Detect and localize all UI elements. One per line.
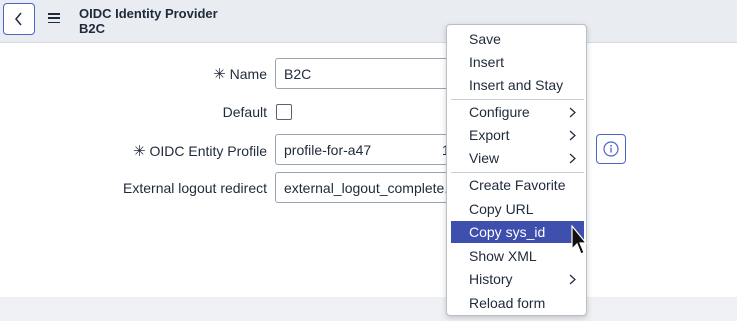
- mouse-pointer-icon: [571, 225, 587, 255]
- menu-item-view-label: View: [469, 150, 500, 166]
- required-asterisk-icon: ✳: [132, 143, 146, 160]
- form-header: OIDC Identity Provider B2C: [0, 0, 737, 43]
- menu-item-history-label: History: [469, 271, 513, 287]
- logout-redirect-input[interactable]: external_logout_complete.: [275, 172, 465, 203]
- menu-divider: [451, 172, 584, 173]
- chevron-right-icon: [569, 130, 576, 141]
- name-input[interactable]: B2C: [275, 58, 465, 89]
- default-label: Default: [222, 104, 267, 120]
- page-title: OIDC Identity Provider B2C: [79, 6, 218, 36]
- entity-profile-label: ✳ OIDC Entity Profile: [133, 142, 267, 160]
- menu-item-copy-url[interactable]: Copy URL: [451, 198, 584, 220]
- required-asterisk-icon: ✳: [213, 66, 226, 83]
- entity-profile-label-text: OIDC Entity Profile: [149, 143, 267, 159]
- menu-item-copy-sys-id[interactable]: Copy sys_id: [451, 221, 584, 243]
- page-title-line2: B2C: [79, 21, 106, 36]
- info-button[interactable]: [596, 134, 626, 164]
- info-icon: [603, 141, 619, 157]
- chevron-right-icon: [569, 153, 576, 164]
- chevron-left-icon: [15, 12, 22, 26]
- menu-divider: [451, 99, 584, 100]
- form-body: ✳ Name B2C Default ✳ OIDC Entity Profile p…: [0, 43, 737, 295]
- hamburger-icon[interactable]: [48, 13, 60, 23]
- menu-item-view[interactable]: View: [451, 147, 584, 169]
- chevron-right-icon: [569, 274, 576, 285]
- context-menu: Save Insert Insert and Stay Configure Ex…: [446, 24, 587, 316]
- logout-label: External logout redirect: [123, 180, 267, 196]
- menu-item-reload-form[interactable]: Reload form: [451, 292, 584, 314]
- default-checkbox[interactable]: [276, 104, 292, 120]
- footer-band: [0, 297, 737, 321]
- menu-item-save[interactable]: Save: [451, 28, 584, 50]
- menu-item-insert-and-stay[interactable]: Insert and Stay: [451, 74, 584, 96]
- entity-profile-input[interactable]: profile-for-a47 1: [275, 134, 465, 165]
- chevron-right-icon: [569, 107, 576, 118]
- menu-item-export[interactable]: Export: [451, 124, 584, 146]
- menu-item-configure[interactable]: Configure: [451, 101, 584, 123]
- back-button[interactable]: [3, 3, 35, 35]
- menu-item-create-favorite[interactable]: Create Favorite: [451, 174, 584, 196]
- menu-item-show-xml[interactable]: Show XML: [451, 245, 584, 267]
- menu-item-configure-label: Configure: [469, 104, 530, 120]
- menu-item-export-label: Export: [469, 127, 510, 143]
- page-title-line1: OIDC Identity Provider: [79, 6, 218, 21]
- menu-item-insert[interactable]: Insert: [451, 51, 584, 73]
- name-label: ✳ Name: [213, 65, 267, 83]
- name-label-text: Name: [229, 66, 267, 82]
- entity-profile-value: profile-for-a47: [284, 141, 372, 158]
- menu-item-history[interactable]: History: [451, 268, 584, 290]
